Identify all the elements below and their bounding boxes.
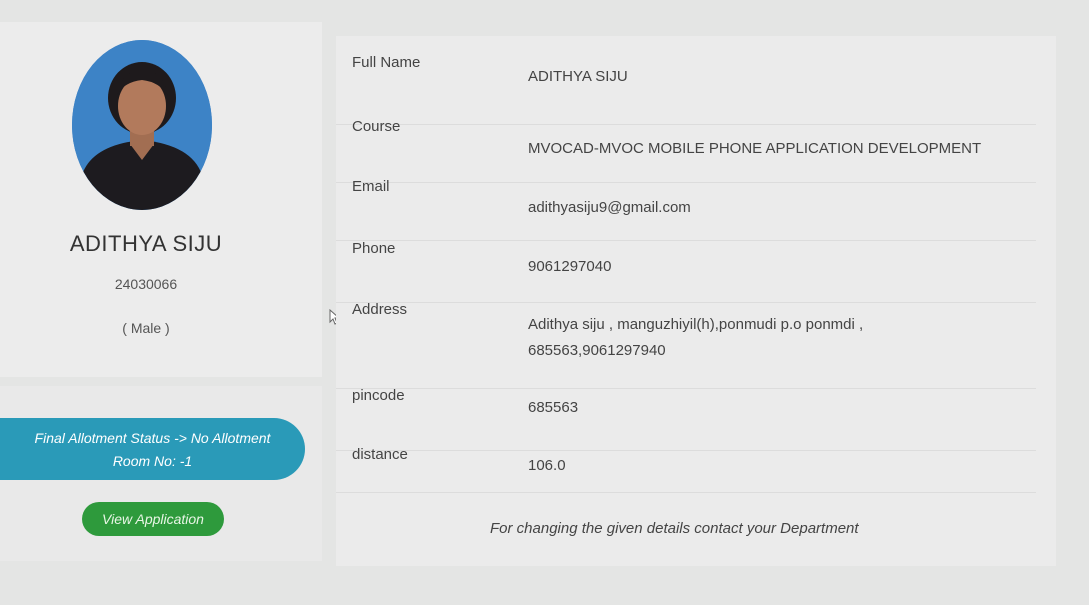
allotment-status-badge: Final Allotment Status -> No Allotment R… (0, 418, 305, 480)
pincode-label: pincode (352, 387, 405, 404)
address-line-2: 685563,9061297940 (528, 342, 666, 359)
user-photo-icon (72, 40, 212, 210)
email-value: adithyasiju9@gmail.com (528, 199, 691, 216)
full-name-label: Full Name (352, 54, 421, 71)
course-label: Course (352, 118, 401, 135)
phone-value: 9061297040 (528, 258, 612, 275)
row-course: Course MVOCAD-MVOC MOBILE PHONE APPLICAT… (336, 118, 1036, 183)
allotment-status-text: Final Allotment Status -> No Allotment (34, 430, 271, 446)
phone-label: Phone (352, 240, 396, 257)
contact-department-note: For changing the given details contact y… (490, 520, 859, 537)
details-panel: Full Name ADITHYA SIJU Course MVOCAD-MVO… (336, 36, 1056, 566)
room-number-text: Room No: -1 (112, 453, 193, 469)
distance-value: 106.0 (528, 457, 566, 474)
pincode-value: 685563 (528, 399, 579, 416)
profile-photo (72, 40, 212, 210)
profile-name: ADITHYA SIJU (69, 231, 223, 256)
distance-label: distance (352, 446, 408, 463)
email-label: Email (352, 178, 390, 195)
row-email: Email adithyasiju9@gmail.com (336, 178, 1036, 241)
row-full-name: Full Name ADITHYA SIJU (336, 36, 1036, 125)
address-label: Address (352, 301, 408, 318)
row-distance: distance 106.0 (336, 446, 1036, 493)
course-value: MVOCAD-MVOC MOBILE PHONE APPLICATION DEV… (528, 140, 982, 157)
full-name-value: ADITHYA SIJU (528, 68, 628, 85)
row-phone: Phone 9061297040 (336, 240, 1036, 303)
row-address: Address Adithya siju , manguzhiyil(h),po… (336, 301, 1036, 389)
view-application-button[interactable]: View Application (82, 502, 224, 536)
address-line-1: Adithya siju , manguzhiyil(h),ponmudi p.… (528, 316, 864, 333)
row-pincode: pincode 685563 (336, 387, 1036, 451)
profile-gender: ( Male ) (122, 320, 170, 336)
profile-id: 24030066 (114, 276, 178, 292)
